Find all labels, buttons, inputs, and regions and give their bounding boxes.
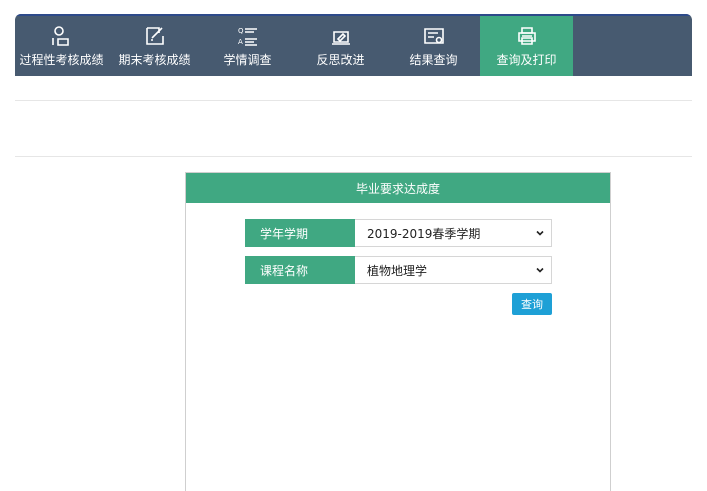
semester-label: 学年学期 [245,219,355,247]
nav-label: 过程性考核成绩 [19,53,104,67]
divider [15,156,692,157]
nav-label: 结果查询 [409,53,458,67]
nav-item-reflection[interactable]: 反思改进 [294,14,387,76]
nav-item-final-scores[interactable]: 期末考核成绩 [108,14,201,76]
semester-row: 学年学期 2019-2019春季学期 [245,219,552,247]
chevron-down-icon [536,230,544,236]
course-select[interactable]: 植物地理学 [355,256,552,284]
nav-label: 查询及打印 [496,53,557,67]
qa-list-icon: Q A [238,27,257,46]
chevron-down-icon [536,267,544,273]
nav-label: 反思改进 [316,53,365,67]
nav-item-process-scores[interactable]: 过程性考核成绩 [15,14,108,76]
svg-text:Q: Q [238,27,244,35]
laptop-edit-icon [331,31,350,45]
nav-item-learning-survey[interactable]: Q A 学情调查 [201,14,294,76]
panel-title: 毕业要求达成度 [186,173,610,203]
nav-label: 期末考核成绩 [118,53,191,67]
semester-value: 2019-2019春季学期 [367,226,481,241]
course-value: 植物地理学 [367,263,428,278]
result-card-icon [423,28,444,44]
nav-label: 学情调查 [223,53,272,67]
nav-item-query-print[interactable]: 查询及打印 [480,14,573,76]
query-button[interactable]: 查询 [512,293,552,315]
edit-note-icon [145,27,164,45]
graduation-requirement-panel: 毕业要求达成度 学年学期 2019-2019春季学期 课程名称 植物地理学 查询 [185,172,611,491]
divider [15,100,692,101]
svg-text:A: A [238,38,243,46]
semester-select[interactable]: 2019-2019春季学期 [355,219,552,247]
course-row: 课程名称 植物地理学 [245,256,552,284]
user-group-icon [51,26,69,46]
printer-icon [517,27,536,45]
nav-item-result-query[interactable]: 结果查询 [387,14,480,76]
course-label: 课程名称 [245,256,355,284]
top-navigation-bar: 过程性考核成绩 期末考核成绩 Q A 学情调查 反思改进 结果查询 查询及打印 [15,14,692,76]
